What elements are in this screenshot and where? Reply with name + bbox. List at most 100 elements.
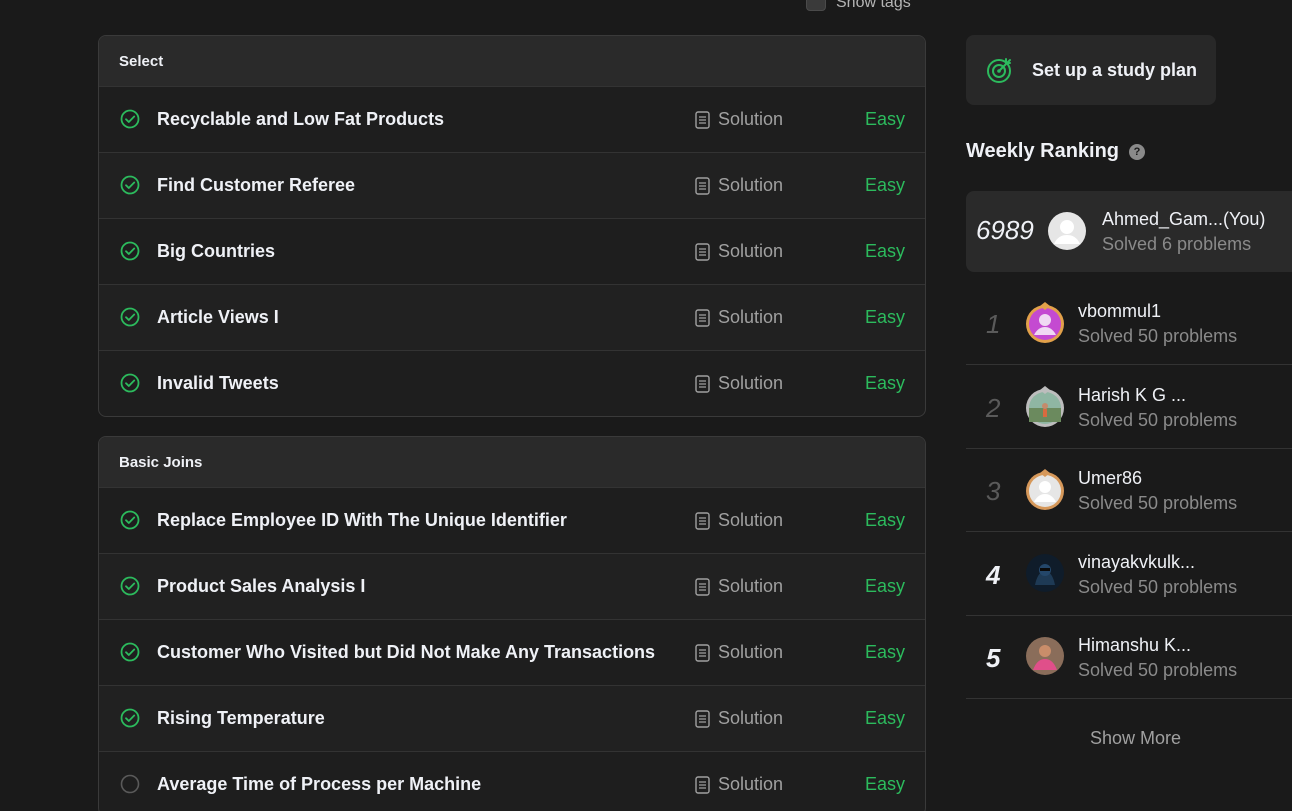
ranking-solved: Solved 50 problems [1078,660,1238,680]
rank-number: 1 [986,309,1001,339]
problem-row[interactable]: Average Time of Process per Machine Solu… [99,751,925,811]
show-more-button[interactable]: Show More [1090,728,1181,749]
solution-label: Solution [718,241,784,261]
solved-check-icon [120,708,140,728]
ranking-solved: Solved 50 problems [1078,326,1238,346]
ranking-username[interactable]: Harish K G ... [1078,385,1186,406]
solution-label: Solution [718,373,784,393]
solution-label: Solution [718,642,784,662]
problem-title[interactable]: Find Customer Referee [157,175,355,196]
problem-title[interactable]: Big Countries [157,241,275,262]
document-icon [695,709,710,728]
difficulty-label: Easy [864,109,905,129]
study-plan-label: Set up a study plan [1032,59,1198,80]
solution-link[interactable]: Solution [695,373,783,394]
my-rank: 6989 [976,215,1034,245]
my-username: Ahmed_Gam...(You) [1102,209,1266,229]
ranking-row[interactable]: 4 vinayakvkulk... Solved 50 problems [966,533,1292,616]
solution-link[interactable]: Solution [695,642,783,663]
problem-row[interactable]: Find Customer Referee Solution Easy [99,152,925,218]
solution-label: Solution [718,109,784,129]
solution-label: Solution [718,510,784,530]
document-icon [695,110,710,129]
problem-row[interactable]: Article Views I Solution Easy [99,284,925,350]
problem-row[interactable]: Customer Who Visited but Did Not Make An… [99,619,925,685]
show-tags-checkbox[interactable] [806,0,826,11]
avatar [1026,637,1064,675]
problem-title[interactable]: Article Views I [157,307,279,328]
solution-label: Solution [718,576,784,596]
problem-title[interactable]: Recyclable and Low Fat Products [157,109,444,130]
solution-link[interactable]: Solution [695,307,783,328]
rank-number: 4 [986,560,1001,590]
solved-check-icon [120,576,140,596]
ranking-row[interactable]: 5 Himanshu K... Solved 50 problems [966,616,1292,699]
document-icon [695,577,710,596]
solution-label: Solution [718,307,784,327]
ranking-solved: Solved 50 problems [1078,410,1238,430]
problem-row[interactable]: Replace Employee ID With The Unique Iden… [99,487,925,553]
solution-link[interactable]: Solution [695,510,783,531]
problem-title[interactable]: Replace Employee ID With The Unique Iden… [157,510,567,531]
section-header: Basic Joins [99,437,925,487]
solved-check-icon [120,307,140,327]
target-icon [987,58,1011,83]
my-ranking-card[interactable]: 6989 Ahmed_Gam...(You) Solved 6 problems [966,191,1292,272]
solution-link[interactable]: Solution [695,708,783,729]
document-icon [695,308,710,327]
problem-title[interactable]: Average Time of Process per Machine [157,774,481,795]
avatar [1026,554,1064,592]
document-icon [695,374,710,393]
avatar [1026,469,1064,510]
ranking-solved: Solved 50 problems [1078,493,1238,513]
weekly-ranking-title: Weekly Ranking [966,140,1120,162]
solved-check-icon [120,373,140,393]
document-icon [695,176,710,195]
document-icon [695,643,710,662]
solution-link[interactable]: Solution [695,175,783,196]
solution-label: Solution [718,774,784,794]
help-icon[interactable]: ? [1129,143,1146,160]
document-icon [695,511,710,530]
show-tags-toggle[interactable]: Show tags [806,0,911,12]
solution-link[interactable]: Solution [695,774,783,795]
solution-link[interactable]: Solution [695,109,783,130]
difficulty-label: Easy [864,373,905,393]
ranking-row[interactable]: 3 Umer86 Solved 50 problems [966,449,1292,532]
difficulty-label: Easy [864,708,905,728]
solution-label: Solution [718,175,784,195]
problem-title[interactable]: Product Sales Analysis I [157,576,365,597]
problem-row[interactable]: Product Sales Analysis I Solution Easy [99,553,925,619]
ranking-username[interactable]: vbommul1 [1078,301,1161,322]
study-plan-button[interactable]: Set up a study plan [966,35,1216,105]
avatar [1026,386,1064,427]
rank-number: 3 [986,476,1001,506]
difficulty-label: Easy [864,175,905,195]
problem-row[interactable]: Rising Temperature Solution Easy [99,685,925,751]
solution-link[interactable]: Solution [695,241,783,262]
difficulty-label: Easy [864,241,905,261]
solution-link[interactable]: Solution [695,576,783,597]
problem-title[interactable]: Customer Who Visited but Did Not Make An… [157,642,655,663]
unsolved-circle-icon [120,774,140,794]
solved-check-icon [120,109,140,129]
problem-row[interactable]: Invalid Tweets Solution Easy [99,350,925,416]
problem-row[interactable]: Big Countries Solution Easy [99,218,925,284]
section-select: Select Recyclable and Low Fat Products S… [98,35,926,417]
ranking-solved: Solved 50 problems [1078,577,1238,597]
ranking-username[interactable]: vinayakvkulk... [1078,552,1195,573]
ranking-row[interactable]: 2 Harish K G ... Solved 50 problems [966,366,1292,449]
solved-check-icon [120,642,140,662]
section-basic-joins: Basic Joins Replace Employee ID With The… [98,436,926,811]
ranking-username[interactable]: Himanshu K... [1078,635,1191,656]
problem-title[interactable]: Invalid Tweets [157,373,279,394]
solved-check-icon [120,175,140,195]
problem-row[interactable]: Recyclable and Low Fat Products Solution… [99,86,925,152]
my-solved-count: Solved 6 problems [1102,234,1252,254]
ranking-username[interactable]: Umer86 [1078,468,1142,489]
difficulty-label: Easy [864,642,905,662]
weekly-ranking-heading: Weekly Ranking ? [966,140,1146,163]
problem-title[interactable]: Rising Temperature [157,708,325,729]
avatar [1026,302,1064,343]
ranking-row[interactable]: 1 vbommul1 Solved 50 problems [966,282,1292,365]
